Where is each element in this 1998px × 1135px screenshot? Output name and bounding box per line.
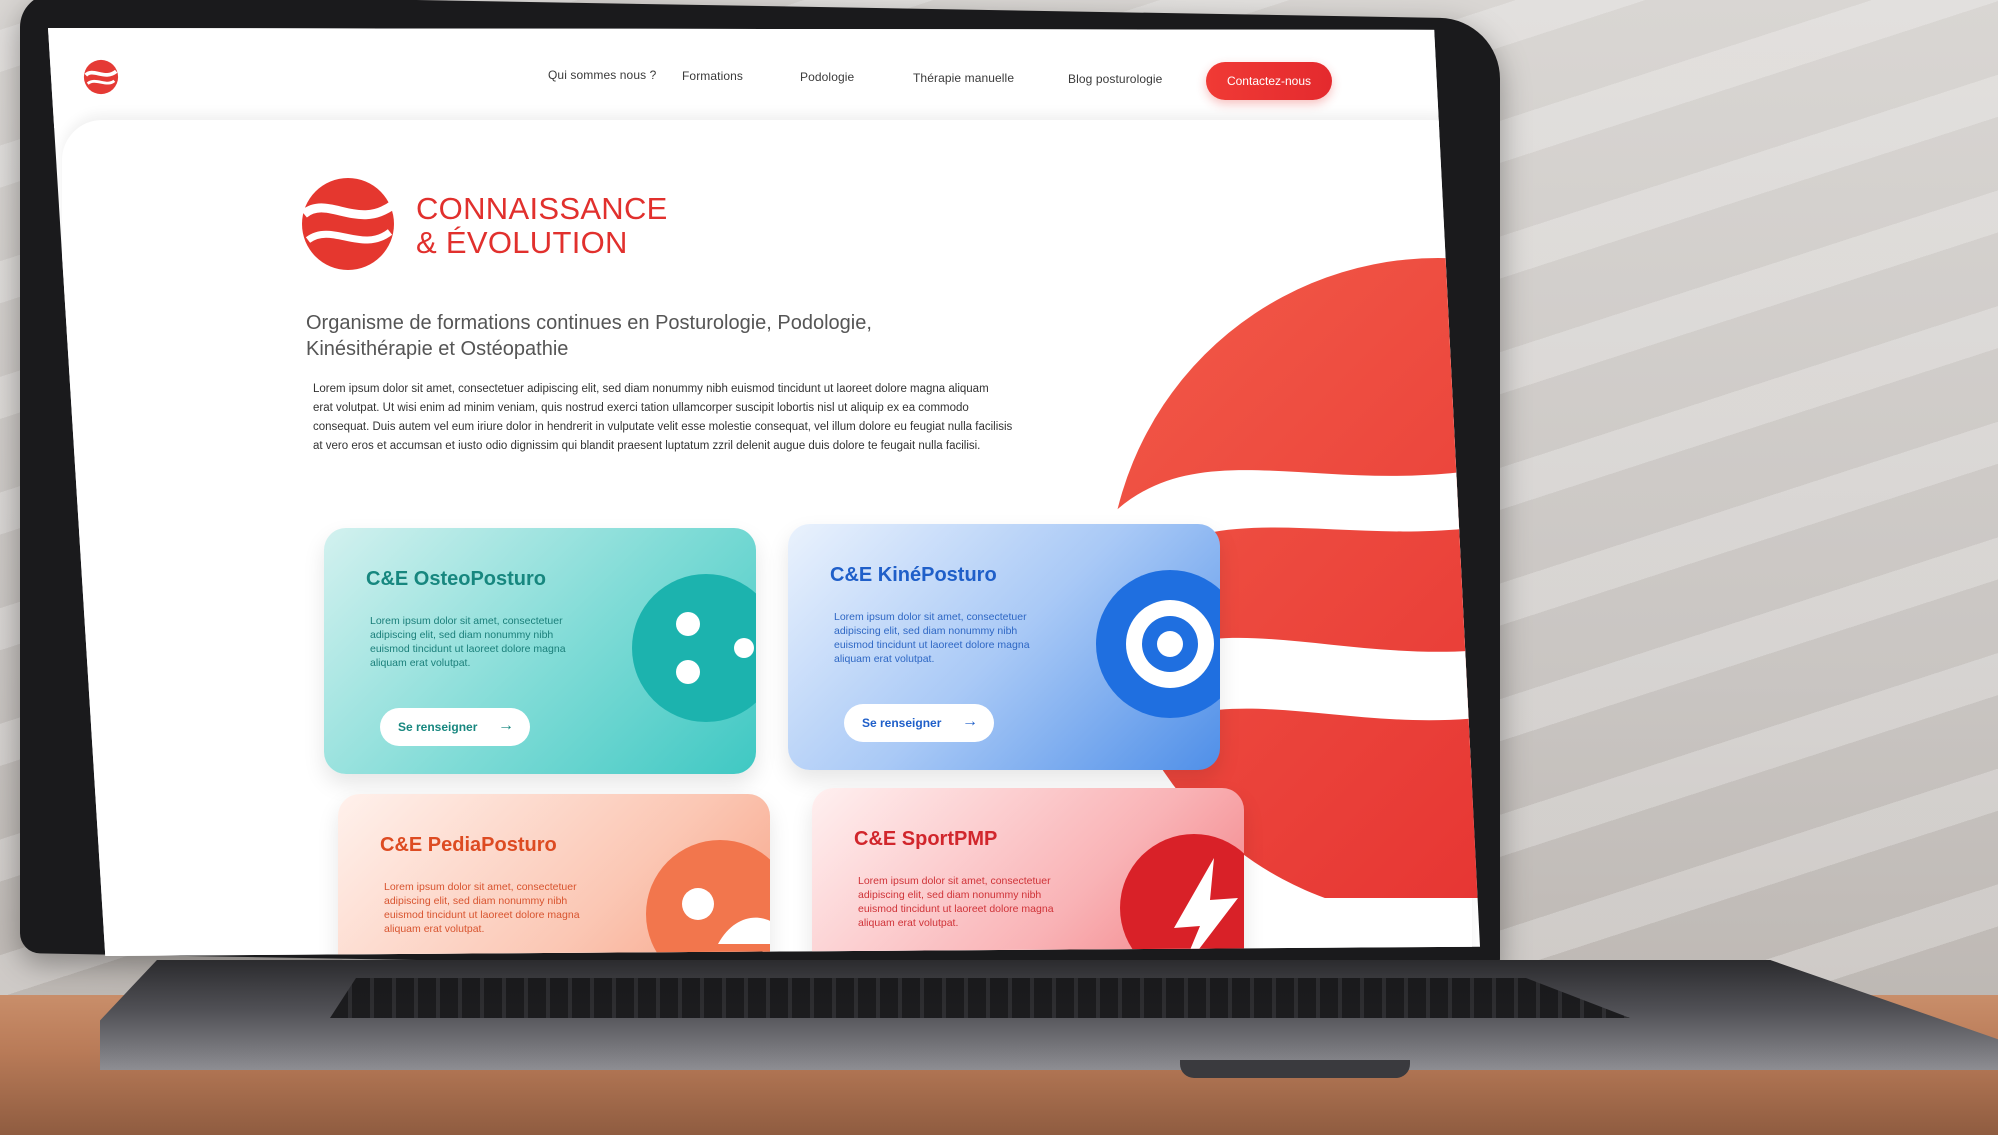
intro-line-4: at vero eros et accumsan et iusto odio d… — [313, 440, 981, 452]
formation-card-osteoposturo[interactable]: C&E OsteoPosturo Lorem ipsum dolor sit a… — [324, 528, 756, 774]
target-icon — [1096, 570, 1220, 718]
card-text-line: adipiscing elit, sed diam nonummy nibh — [384, 895, 568, 907]
hero-tagline: Organisme de formations continues en Pos… — [306, 310, 926, 362]
card-text-line: aliquam erat volutpat. — [370, 657, 471, 669]
card-text-line: aliquam erat volutpat. — [858, 917, 959, 929]
formation-card-sportpmp[interactable]: C&E SportPMP Lorem ipsum dolor sit amet,… — [812, 788, 1244, 956]
child-figure-icon — [646, 840, 770, 956]
intro-line-3: consequat. Duis autem vel eum iriure dol… — [313, 421, 1013, 433]
hero-intro-paragraph: Lorem ipsum dolor sit amet, consectetuer… — [313, 380, 1073, 456]
card-description: Lorem ipsum dolor sit amet, consectetuer… — [370, 614, 600, 670]
se-renseigner-button[interactable]: Se renseigner → — [844, 704, 994, 742]
card-text-line: euismod tincidunt ut laoreet dolore magn… — [384, 909, 580, 921]
brand-name: CONNAISSANCE & ÉVOLUTION — [416, 192, 668, 260]
card-title: C&E KinéPosturo — [830, 564, 997, 586]
card-text-line: adipiscing elit, sed diam nonummy nibh — [858, 889, 1042, 901]
nav-item-qui-sommes-nous[interactable]: Qui sommes nous ? — [548, 68, 656, 82]
card-text-line: euismod tincidunt ut laoreet dolore magn… — [834, 639, 1030, 651]
card-text-line: Lorem ipsum dolor sit amet, consectetuer — [384, 881, 577, 893]
brand-logo-icon — [301, 178, 397, 270]
card-text-line: euismod tincidunt ut laoreet dolore magn… — [858, 903, 1054, 915]
card-description: Lorem ipsum dolor sit amet, consectetuer… — [384, 880, 614, 936]
nav-item-formations[interactable]: Formations — [682, 69, 743, 83]
brand-name-line-1: CONNAISSANCE — [416, 191, 668, 226]
top-navbar: Qui sommes nous ? Formations Podologie T… — [48, 28, 1480, 128]
card-text-line: adipiscing elit, sed diam nonummy nibh — [370, 629, 554, 641]
laptop-notch — [1180, 1060, 1410, 1078]
card-description: Lorem ipsum dolor sit amet, consectetuer… — [834, 610, 1064, 666]
laptop-keyboard — [330, 978, 1630, 1018]
card-text-line: Lorem ipsum dolor sit amet, consectetuer — [858, 875, 1051, 887]
site-logo-icon[interactable] — [82, 58, 120, 96]
card-text-line: adipiscing elit, sed diam nonummy nibh — [834, 625, 1018, 637]
card-text-line: euismod tincidunt ut laoreet dolore magn… — [370, 643, 566, 655]
formation-card-kineposturo[interactable]: C&E KinéPosturo Lorem ipsum dolor sit am… — [788, 524, 1220, 770]
button-face-icon — [632, 574, 756, 722]
nav-item-podologie[interactable]: Podologie — [800, 70, 854, 84]
nav-item-therapie-manuelle[interactable]: Thérapie manuelle — [913, 71, 1014, 85]
tagline-line-2: Kinésithérapie et Ostéopathie — [306, 338, 569, 360]
card-title: C&E SportPMP — [854, 828, 998, 850]
contact-button[interactable]: Contactez-nous — [1206, 62, 1332, 100]
nav-item-blog-posturologie[interactable]: Blog posturologie — [1068, 72, 1162, 86]
arrow-right-icon: → — [498, 717, 514, 734]
button-label: Se renseigner — [398, 720, 478, 734]
formation-card-pediaposturo[interactable]: C&E PediaPosturo Lorem ipsum dolor sit a… — [338, 794, 770, 956]
card-title: C&E OsteoPosturo — [366, 568, 547, 590]
card-text-line: Lorem ipsum dolor sit amet, consectetuer — [370, 615, 563, 627]
card-description: Lorem ipsum dolor sit amet, consectetuer… — [858, 874, 1088, 930]
card-text-line: aliquam erat volutpat. — [834, 653, 935, 665]
card-text-line: aliquam erat volutpat. — [384, 923, 485, 935]
tagline-line-1: Organisme de formations continues en Pos… — [306, 312, 872, 334]
brand-name-line-2: & ÉVOLUTION — [416, 225, 628, 260]
intro-line-1: Lorem ipsum dolor sit amet, consectetuer… — [313, 383, 989, 395]
lightning-bolt-icon — [1120, 834, 1244, 956]
laptop-screen: Qui sommes nous ? Formations Podologie T… — [48, 28, 1480, 956]
se-renseigner-button[interactable]: Se renseigner → — [380, 708, 530, 746]
arrow-right-icon: → — [962, 713, 978, 730]
button-label: Se renseigner — [862, 716, 942, 730]
intro-line-2: erat volutpat. Ut wisi enim ad minim ven… — [313, 402, 969, 414]
card-text-line: Lorem ipsum dolor sit amet, consectetuer — [834, 611, 1027, 623]
card-title: C&E PediaPosturo — [380, 834, 557, 856]
